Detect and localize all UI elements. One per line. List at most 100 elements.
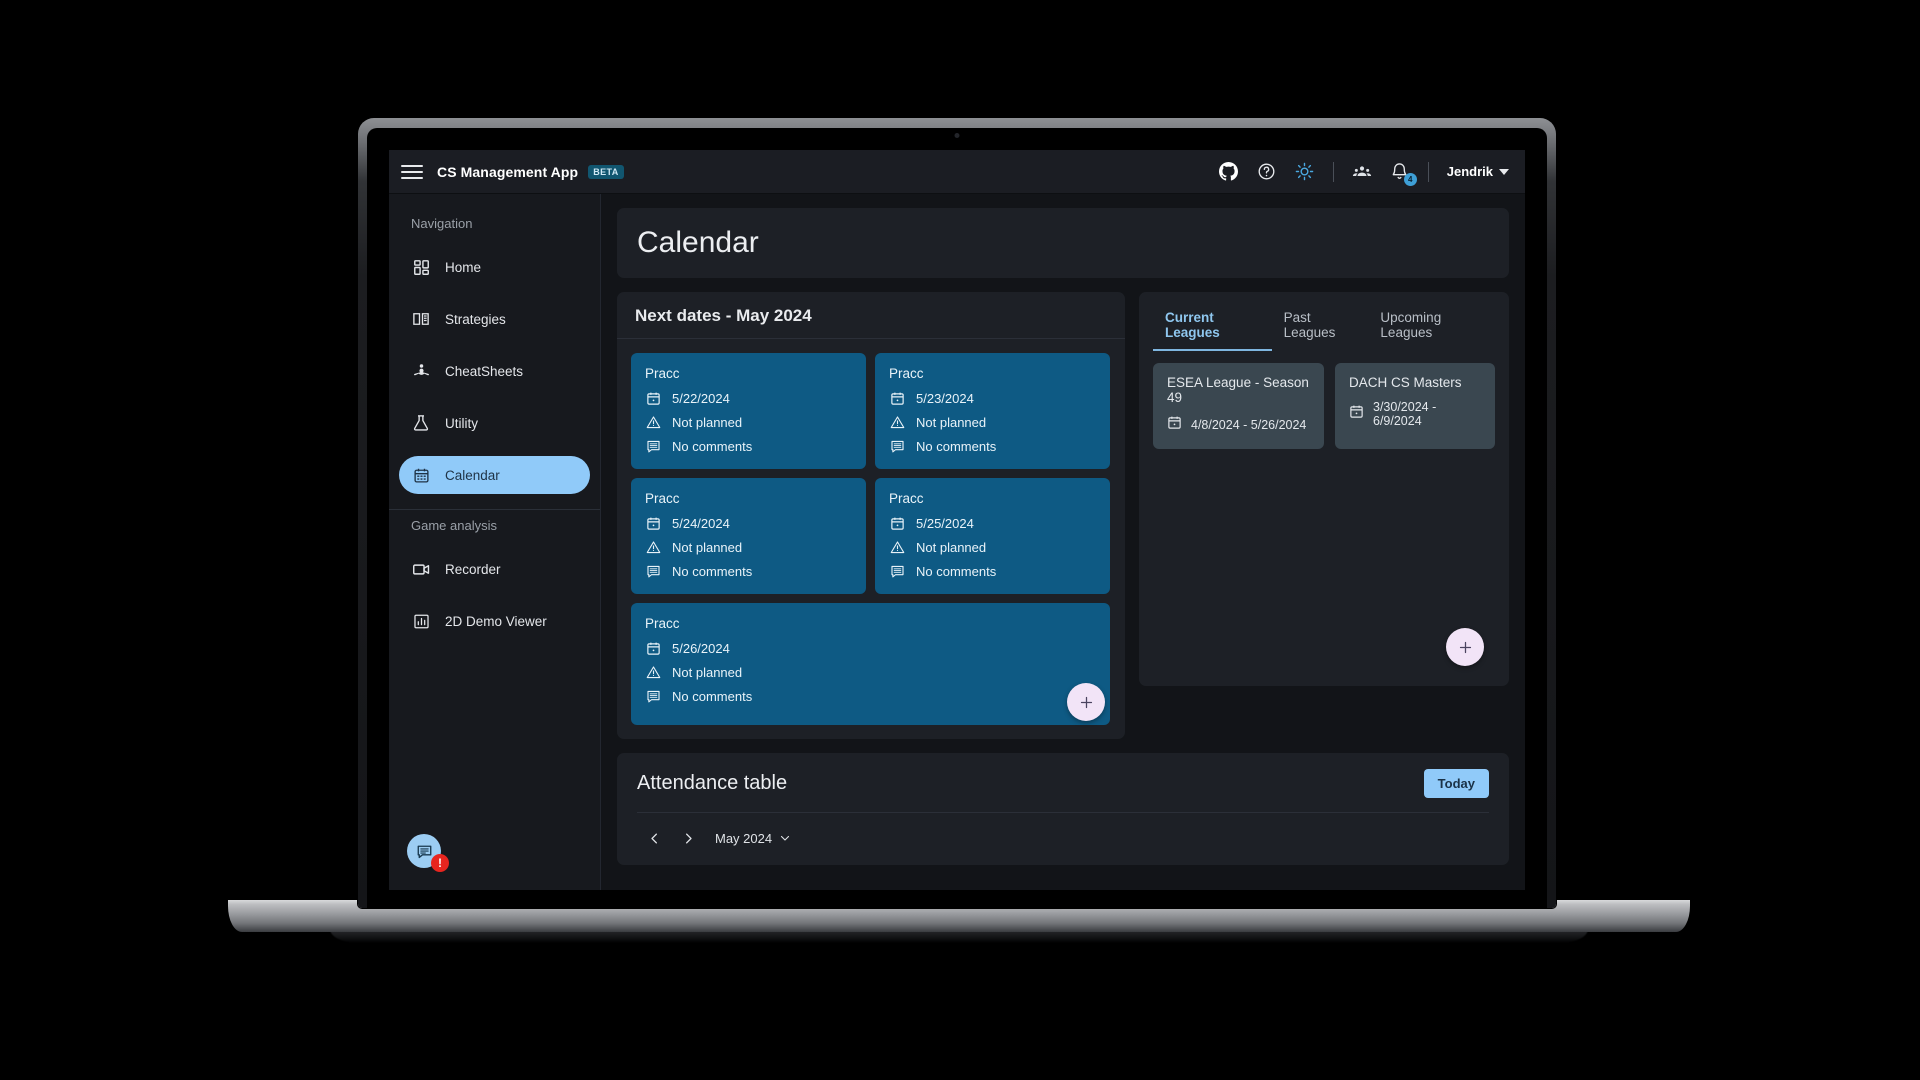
leagues-tabs: Current Leagues Past Leagues Upcoming Le… [1139,292,1509,351]
attendance-header: Attendance table Today [637,769,1489,798]
leagues-list: ESEA League - Season 49 4/8/2024 - 5/26/… [1139,351,1509,461]
user-name: Jendrik [1446,164,1493,179]
leagues-panel: Current Leagues Past Leagues Upcoming Le… [1139,292,1509,686]
next-dates-title: Next dates - May 2024 [635,306,812,325]
sidebar-item-cheatsheets[interactable]: CheatSheets [399,352,590,390]
comment-icon [889,438,906,455]
pracc-name: Pracc [889,491,924,506]
pracc-name: Pracc [645,616,680,631]
app-screen: CS Management App BETA 4 Jendrik Navigat… [389,150,1525,890]
chevron-down-icon [781,835,790,841]
app-title: CS Management App [437,163,579,180]
pracc-card[interactable]: Pracc 5/26/2024 Not planned No comments [631,603,1110,725]
sidebar-item-utility[interactable]: Utility [399,404,590,442]
pracc-card[interactable]: Pracc 5/22/2024 Not planned No comments [631,353,866,469]
league-dates-row: 4/8/2024 - 5/26/2024 [1167,415,1310,435]
page-title: Calendar [637,226,759,259]
pracc-status-row: Not planned [889,539,1096,556]
sidebar-item-2d-demo-viewer[interactable]: 2D Demo Viewer [399,602,590,640]
sidebar-item-label: Utility [445,415,478,431]
sidebar-item-label: Home [445,259,482,275]
notification-count-badge: 4 [1403,172,1417,186]
league-card[interactable]: ESEA League - Season 49 4/8/2024 - 5/26/… [1153,363,1324,449]
league-card[interactable]: DACH CS Masters 3/30/2024 - 6/9/2024 [1335,363,1495,449]
pracc-card[interactable]: Pracc 5/23/2024 Not planned No comments [875,353,1110,469]
plus-icon [1459,641,1471,653]
calendar-icon [889,390,906,407]
sidebar-item-recorder[interactable]: Recorder [399,550,590,588]
tab-upcoming-leagues[interactable]: Upcoming Leagues [1368,302,1495,351]
pracc-comments: No comments [672,689,753,704]
next-month-button[interactable] [675,825,701,851]
warning-triangle-icon [889,414,906,431]
add-pracc-button[interactable] [1067,683,1105,721]
pracc-comments: No comments [672,564,753,579]
calendar-icon [645,515,662,532]
pracc-card-grid: Pracc 5/22/2024 Not planned No comments … [631,353,1111,725]
chevron-down-icon [1499,168,1509,175]
pracc-status: Not planned [916,415,987,430]
sidebar-item-home[interactable]: Home [399,248,590,286]
calendar-icon [889,515,906,532]
comment-icon [645,688,662,705]
next-dates-body: Pracc 5/22/2024 Not planned No comments … [617,339,1125,739]
tab-past-leagues[interactable]: Past Leagues [1272,302,1369,351]
page-title-panel: Calendar [617,208,1509,278]
bell-icon[interactable]: 4 [1390,162,1417,186]
pracc-date: 5/22/2024 [672,391,730,406]
sidebar-item-label: Calendar [445,467,500,483]
comment-icon [645,563,662,580]
pracc-name: Pracc [645,491,680,506]
next-dates-panel: Next dates - May 2024 Pracc 5/22/2024 No… [617,292,1125,739]
help-circle-icon[interactable] [1257,162,1277,182]
plus-icon [1080,696,1092,708]
pracc-date-row: 5/25/2024 [889,515,1096,532]
pracc-status-row: Not planned [645,539,852,556]
chat-bubble-icon[interactable]: ! [407,834,449,872]
prev-month-button[interactable] [641,825,667,851]
bar-chart-icon [411,611,431,631]
sun-icon[interactable] [1295,162,1315,182]
sidebar-section-game-analysis: Game analysis [411,518,497,533]
month-selector[interactable]: May 2024 [715,831,791,846]
attendance-panel: Attendance table Today May 2024 [617,753,1509,865]
tab-current-leagues[interactable]: Current Leagues [1153,302,1272,351]
pracc-status-row: Not planned [889,414,1096,431]
add-league-button[interactable] [1446,628,1484,666]
today-button[interactable]: Today [1423,769,1489,798]
pracc-card[interactable]: Pracc 5/24/2024 Not planned No comments [631,478,866,594]
pracc-status: Not planned [672,540,743,555]
pracc-card[interactable]: Pracc 5/25/2024 Not planned No comments [875,478,1110,594]
pracc-comments-row: No comments [889,563,1096,580]
sidebar-section-navigation: Navigation [411,216,473,231]
pracc-comments-row: No comments [645,563,852,580]
warning-triangle-icon [645,414,662,431]
pracc-comments: No comments [916,439,997,454]
flask-icon [411,413,431,433]
header-actions: 4 Jendrik [1219,161,1509,186]
pracc-status: Not planned [672,665,743,680]
video-camera-icon [411,559,431,579]
month-label: May 2024 [715,830,773,846]
header-divider-2 [1427,161,1429,182]
user-menu[interactable]: Jendrik [1447,164,1509,179]
sidebar-item-label: 2D Demo Viewer [445,613,547,629]
sidebar-item-label: Strategies [445,311,506,327]
hamburger-icon[interactable] [401,161,423,183]
sidebar-item-strategies[interactable]: Strategies [399,300,590,338]
pracc-date-row: 5/26/2024 [645,640,1096,657]
leagues-column: Current Leagues Past Leagues Upcoming Le… [1139,292,1509,686]
sidebar-divider [389,509,600,510]
pracc-name: Pracc [645,366,680,381]
pracc-comments: No comments [672,439,753,454]
next-dates-header: Next dates - May 2024 [617,292,1125,339]
calendar-icon [645,390,662,407]
pracc-comments-row: No comments [645,688,1096,705]
warning-triangle-icon [645,664,662,681]
pracc-date: 5/26/2024 [672,641,730,656]
dashboard-grid: Next dates - May 2024 Pracc 5/22/2024 No… [617,292,1509,739]
sidebar-item-calendar[interactable]: Calendar [399,456,590,494]
github-icon[interactable] [1219,162,1239,182]
team-icon[interactable] [1352,162,1372,182]
warning-triangle-icon [645,539,662,556]
